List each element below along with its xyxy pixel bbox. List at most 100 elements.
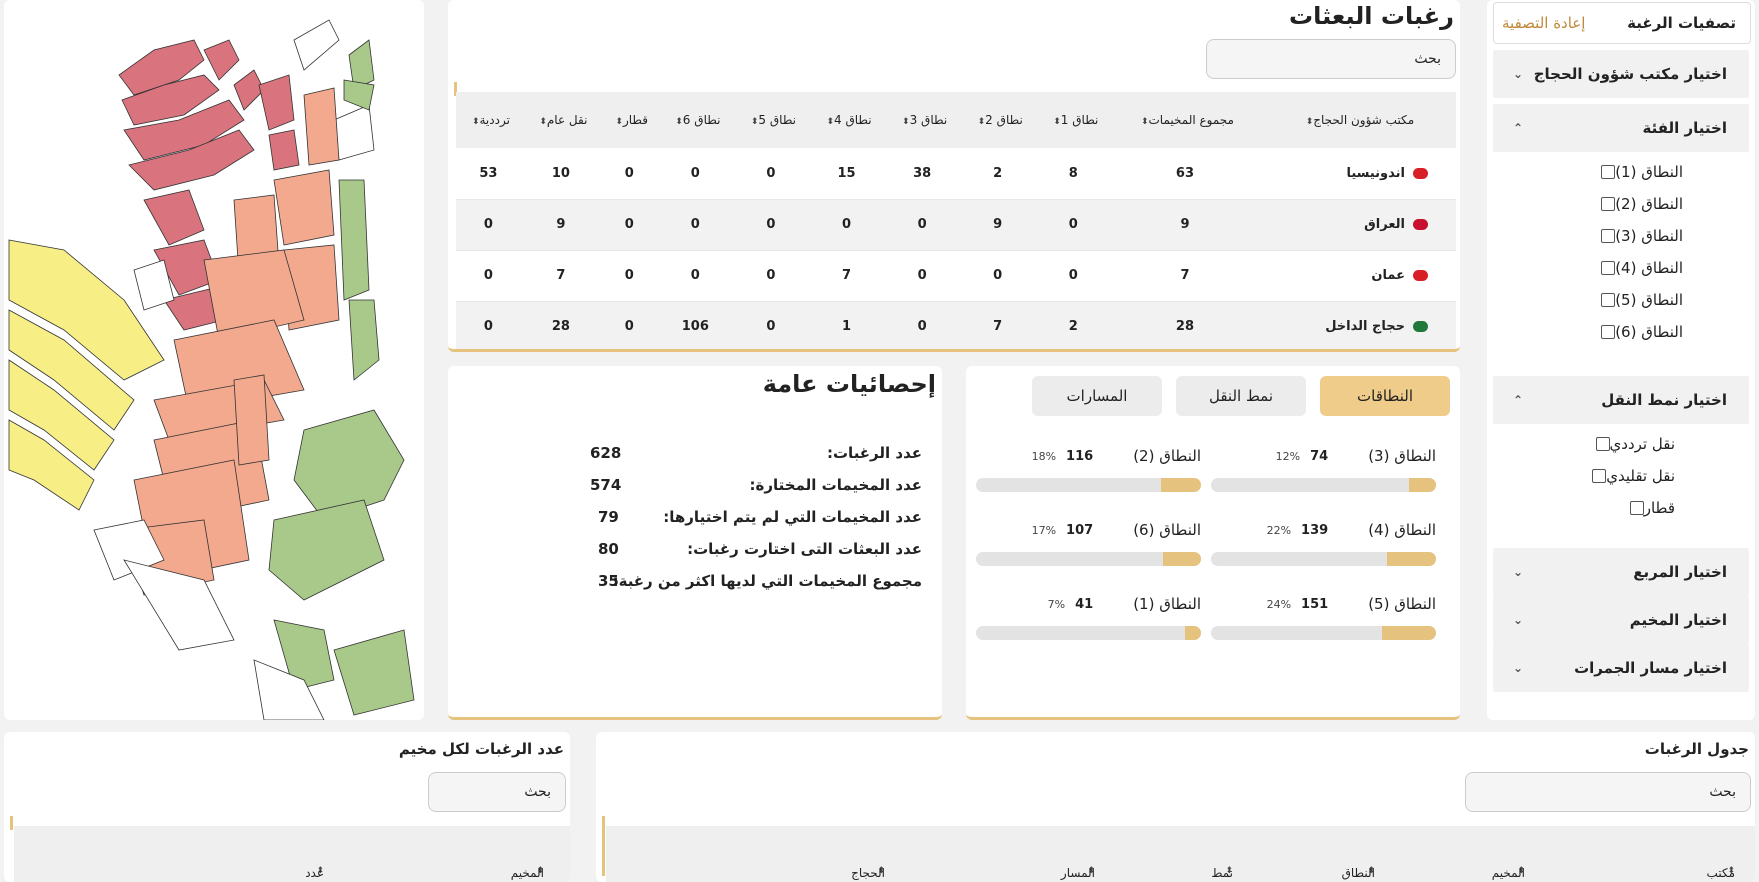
category-filter-toggle[interactable]: اختيار الفئة ⌃	[1493, 104, 1749, 152]
zone-count: 107	[1066, 522, 1094, 538]
office-filter-toggle[interactable]: اختيار مكتب شؤون الحجاج ⌄	[1493, 50, 1749, 98]
map-graphic	[8, 19, 415, 720]
transport-filter-toggle[interactable]: اختيار نمط النقل ⌃	[1493, 376, 1749, 424]
checkbox-option[interactable]: قطار	[1487, 492, 1755, 524]
sort-icon: ⬍	[1140, 117, 1149, 127]
tab-2[interactable]: المسارات	[1032, 376, 1162, 416]
column-header[interactable]: مكتب شؤون الحجاج⬍	[1258, 92, 1456, 148]
table-row[interactable]: العراق 9 0 9 0 0 0 0 0 9 0	[456, 199, 1456, 251]
zone-percent: 7%	[1047, 597, 1066, 611]
zone-count: 41	[1075, 596, 1094, 612]
checkbox-label: قطار	[1643, 499, 1675, 517]
checkbox[interactable]	[1592, 469, 1607, 483]
checkbox[interactable]	[1601, 261, 1616, 275]
table-cell: 0	[733, 250, 809, 302]
column-header[interactable]: قطار⬍	[600, 92, 658, 148]
zone-bar: النطاق (3) 74 12%	[1211, 446, 1436, 492]
table-cell: عمان	[1258, 250, 1456, 302]
table-cell: 0	[600, 250, 658, 302]
column-header[interactable]: ترددية⬍	[456, 92, 521, 148]
table-row[interactable]: عمان 7 0 0 0 7 0 0 0 7 0	[456, 250, 1456, 302]
table-row[interactable]: اندونيسيا 63 8 2 38 15 0 0 0 10 53	[456, 148, 1456, 200]
square-filter-toggle[interactable]: اختيار المربع ⌄	[1493, 548, 1749, 596]
camp-filter-toggle[interactable]: اختيار المخيم ⌄	[1493, 596, 1749, 644]
column-header[interactable]: نطاق 4⬍	[808, 92, 885, 148]
stat-label: عدد المخيمات المختارة:	[749, 476, 922, 494]
column-header[interactable]: نطاق 6⬍	[657, 92, 734, 148]
table-cell: العراق	[1258, 199, 1456, 251]
checkbox-option[interactable]: النطاق (5)	[1487, 284, 1755, 316]
stats-panel: إحصائيات عامة عدد الرغبات: 628 عدد المخيما…	[448, 366, 942, 720]
progress-fill	[1409, 478, 1436, 492]
checkbox[interactable]	[1601, 197, 1616, 211]
zone-count: 151	[1301, 596, 1329, 612]
jamarat-filter-label: اختيار مسار الجمرات	[1574, 659, 1727, 677]
checkbox[interactable]	[1595, 437, 1610, 451]
checkbox-label: النطاق (4)	[1615, 259, 1683, 277]
progress-fill	[1386, 552, 1436, 566]
tab-1[interactable]: نمط النقل	[1176, 376, 1306, 416]
checkbox[interactable]	[1601, 293, 1616, 307]
camps-map[interactable]	[4, 0, 424, 720]
stats-title: إحصائيات عامة	[762, 370, 936, 398]
column-header[interactable]: نطاق 1⬍	[1035, 92, 1112, 148]
progress-track	[976, 626, 1201, 640]
checkbox-option[interactable]: نقل تقليدي	[1487, 460, 1755, 492]
sort-icon: ⬍	[902, 117, 910, 127]
wishes-search-input[interactable]: بحث	[1465, 772, 1751, 812]
column-header[interactable]: مجموع المخيمات⬍	[1111, 92, 1259, 148]
table-cell: 0	[657, 250, 734, 302]
transport-options: نقل ترددي نقل تقليدي قطار	[1487, 424, 1755, 530]
checkbox-label: نقل ترددي	[1609, 435, 1675, 453]
checkbox-option[interactable]: النطاق (4)	[1487, 252, 1755, 284]
checkbox-label: النطاق (6)	[1615, 323, 1683, 341]
progress-track	[976, 552, 1201, 566]
zone-bar: النطاق (4) 139 22%	[1211, 520, 1436, 566]
column-header[interactable]: نطاق 2⬍	[959, 92, 1036, 148]
chevron-down-icon: ⌄	[1513, 661, 1524, 675]
filters-title: تصفيات الرغبة	[1627, 14, 1736, 32]
zone-bar: النطاق (6) 107 17%	[976, 520, 1201, 566]
checkbox[interactable]	[1629, 501, 1644, 515]
checkbox-option[interactable]: النطاق (1)	[1487, 156, 1755, 188]
missions-search-input[interactable]: بحث	[1206, 39, 1456, 79]
table-cell: 0	[959, 250, 1036, 302]
tab-0[interactable]: النطاقات	[1320, 376, 1450, 416]
table-cell: 0	[657, 148, 734, 200]
table-cell: 15	[808, 148, 885, 200]
checkbox[interactable]	[1601, 229, 1616, 243]
checkbox[interactable]	[1601, 165, 1616, 179]
missions-table-wrap: مكتب شؤون الحجاج⬍ مجموع المخيمات⬍ نطاق 1⬍ ن…	[456, 92, 1456, 349]
checkbox-option[interactable]: النطاق (6)	[1487, 316, 1755, 348]
zone-percent: 12%	[1275, 449, 1301, 463]
table-cell: 38	[884, 148, 960, 200]
jamarat-filter-toggle[interactable]: اختيار مسار الجمرات ⌄	[1493, 644, 1749, 692]
table-cell: 0	[1035, 250, 1112, 302]
zone-name: النطاق (1)	[1133, 595, 1201, 613]
stat-value: 79	[598, 508, 619, 526]
stat-value: 80	[598, 540, 619, 558]
checkbox-option[interactable]: النطاق (3)	[1487, 220, 1755, 252]
office-filter-label: اختيار مكتب شؤون الحجاج	[1533, 65, 1727, 83]
zone-percent: 17%	[1031, 523, 1057, 537]
column-header[interactable]: نطاق 5⬍	[733, 92, 809, 148]
table-row[interactable]: حجاج الداخل 28 2 7 0 1 0 106 0 28 0	[456, 301, 1456, 349]
camp-search-input[interactable]: بحث	[428, 772, 566, 812]
country-name: عمان	[1371, 268, 1405, 283]
checkbox-label: النطاق (3)	[1615, 227, 1683, 245]
column-header[interactable]: نطاق 3⬍	[884, 92, 960, 148]
reset-filters-link[interactable]: إعادة التصفية	[1502, 14, 1585, 32]
zone-name: النطاق (5)	[1368, 595, 1436, 613]
table-cell: 7	[1111, 250, 1259, 302]
checkbox-label: النطاق (5)	[1615, 291, 1683, 309]
checkbox-option[interactable]: نقل ترددي	[1487, 428, 1755, 460]
column-header[interactable]: نقل عام⬍	[520, 92, 601, 148]
checkbox[interactable]	[1601, 325, 1616, 339]
camp-wishes-panel: عدد الرغبات لكل مخيم بحث ⬍المخيم ⬍عدد ال…	[4, 732, 570, 882]
checkbox-option[interactable]: النطاق (2)	[1487, 188, 1755, 220]
table-cell: 2	[1035, 301, 1112, 349]
country-name: اندونيسيا	[1346, 165, 1405, 181]
transport-filter-label: اختيار نمط النقل	[1601, 391, 1727, 409]
chevron-down-icon: ⌄	[1513, 67, 1524, 81]
table-cell: 2	[959, 148, 1036, 200]
